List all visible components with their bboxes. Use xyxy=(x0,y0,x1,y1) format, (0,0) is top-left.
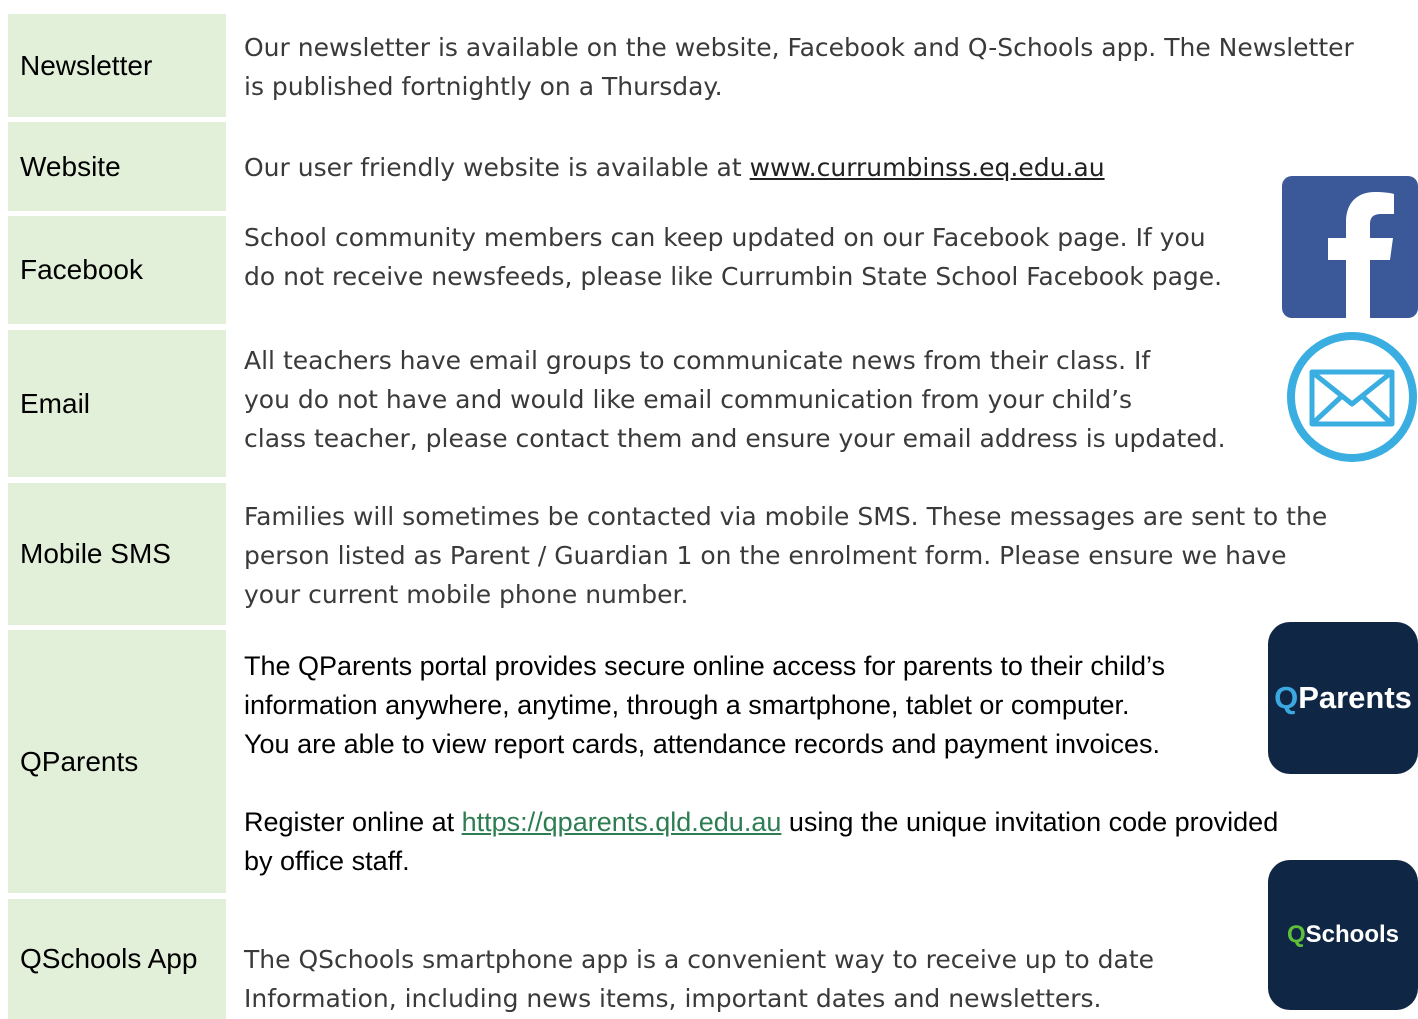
qschools-text: The QSchools smartphone app is a conveni… xyxy=(244,940,1154,1018)
sms-line-3: your current mobile phone number. xyxy=(244,580,689,609)
email-line-3: class teacher, please contact them and e… xyxy=(244,424,1226,453)
qparents-line-2: information anywhere, anytime, through a… xyxy=(244,690,1130,720)
newsletter-line-1: Our newsletter is available on the websi… xyxy=(244,33,1354,62)
email-line-2: you do not have and would like email com… xyxy=(244,385,1133,414)
qschools-line-1: The QSchools smartphone app is a conveni… xyxy=(244,945,1154,974)
qparents-line-1: The QParents portal provides secure onli… xyxy=(244,651,1165,681)
sms-text: Families will sometimes be contacted via… xyxy=(244,497,1327,614)
label-qschools: QSchools App xyxy=(8,899,226,1019)
facebook-icon[interactable] xyxy=(1282,176,1418,318)
qschools-logo-text: Schools xyxy=(1305,921,1400,948)
qschools-logo[interactable]: Q Schools xyxy=(1268,860,1418,1010)
website-text: Our user friendly website is available a… xyxy=(244,148,1105,187)
qparents-logo-q: Q xyxy=(1274,680,1299,715)
website-description: Our user friendly website is available a… xyxy=(244,153,750,182)
label-qparents: QParents xyxy=(8,630,226,893)
qschools-line-2: Information, including news items, impor… xyxy=(244,984,1102,1013)
email-text: All teachers have email groups to commun… xyxy=(244,341,1226,458)
label-facebook: Facebook xyxy=(8,216,226,324)
qparents-logo[interactable]: Q Parents xyxy=(1268,622,1418,774)
qparents-line-3: You are able to view report cards, atten… xyxy=(244,729,1161,759)
qparents-logo-text: Parents xyxy=(1298,680,1412,715)
register-prefix: Register online at xyxy=(244,807,462,837)
label-email: Email xyxy=(8,330,226,477)
facebook-line-1: School community members can keep update… xyxy=(244,223,1206,252)
register-suffix: using the unique invitation code provide… xyxy=(781,807,1279,837)
label-website: Website xyxy=(8,122,226,211)
facebook-text: School community members can keep update… xyxy=(244,218,1222,296)
register-line-2: by office staff. xyxy=(244,846,410,876)
qparents-register: Register online at https://qparents.qld.… xyxy=(244,803,1278,881)
email-line-1: All teachers have email groups to commun… xyxy=(244,346,1151,375)
qschools-logo-q: Q xyxy=(1286,921,1306,948)
sms-line-1: Families will sometimes be contacted via… xyxy=(244,502,1328,531)
qparents-link[interactable]: https://qparents.qld.edu.au xyxy=(462,807,782,837)
newsletter-line-2: is published fortnightly on a Thursday. xyxy=(244,72,723,101)
label-newsletter: Newsletter xyxy=(8,14,226,117)
facebook-line-2: do not receive newsfeeds, please like Cu… xyxy=(244,262,1223,291)
label-mobile-sms: Mobile SMS xyxy=(8,483,226,625)
newsletter-text: Our newsletter is available on the websi… xyxy=(244,28,1354,106)
email-icon[interactable] xyxy=(1286,330,1418,464)
qparents-text: The QParents portal provides secure onli… xyxy=(244,647,1165,764)
website-link[interactable]: www.currumbinss.eq.edu.au xyxy=(750,153,1105,182)
sms-line-2: person listed as Parent / Guardian 1 on … xyxy=(244,541,1287,570)
